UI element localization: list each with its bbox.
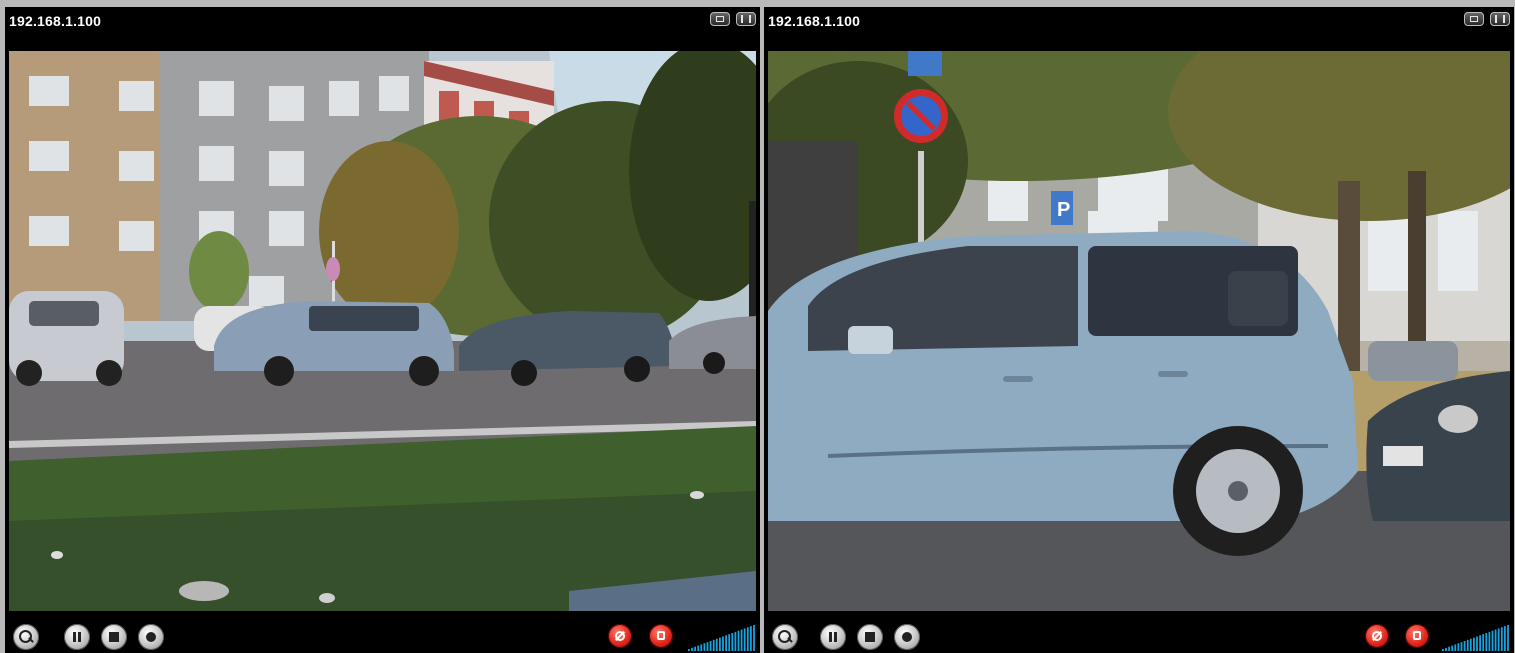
volume-bar — [709, 641, 712, 651]
volume-bar — [725, 635, 727, 651]
volume-bar — [706, 642, 709, 651]
volume-bar — [719, 637, 721, 651]
volume-bar — [1497, 628, 1500, 651]
volume-bar — [697, 645, 700, 651]
volume-bar — [737, 630, 740, 651]
window-icon[interactable] — [1464, 12, 1484, 26]
volume-bar — [1473, 637, 1475, 651]
volume-bar — [1488, 631, 1491, 651]
record-icon[interactable] — [138, 624, 164, 650]
volume-bar — [1466, 639, 1469, 651]
zoom-icon[interactable] — [13, 624, 39, 650]
volume-bar — [715, 638, 718, 651]
volume-bar — [746, 627, 749, 651]
window-icon[interactable] — [710, 12, 730, 26]
volume-bar — [700, 644, 703, 651]
camera-titlebar: 192.168.1.100 — [764, 7, 1514, 51]
volume-bar — [1442, 649, 1444, 651]
volume-bar — [753, 625, 755, 651]
volume-meter[interactable] — [688, 625, 758, 651]
speaker-icon[interactable] — [1405, 624, 1429, 648]
volume-bar — [728, 634, 731, 651]
volume-bar — [731, 633, 734, 651]
volume-bar — [691, 647, 693, 651]
volume-bar — [743, 628, 746, 651]
record-icon[interactable] — [894, 624, 920, 650]
volume-bar — [722, 636, 724, 651]
mute-icon[interactable] — [608, 624, 632, 648]
pause-icon[interactable] — [64, 624, 90, 650]
volume-bar — [688, 649, 690, 651]
volume-bar — [1479, 635, 1481, 651]
volume-bar — [740, 629, 743, 651]
fullscreen-icon[interactable] — [1490, 12, 1510, 26]
volume-bar — [1457, 643, 1460, 651]
volume-meter[interactable] — [1442, 625, 1512, 651]
video-feed[interactable]: P — [768, 51, 1510, 611]
volume-bar — [1507, 625, 1509, 651]
volume-bar — [1451, 645, 1454, 651]
camera-address: 192.168.1.100 — [9, 13, 102, 29]
street-scene-image: P — [768, 51, 1510, 611]
pause-icon[interactable] — [820, 624, 846, 650]
street-scene-image — [9, 51, 756, 611]
zoom-icon[interactable] — [772, 624, 798, 650]
svg-text:P: P — [1057, 199, 1070, 221]
volume-bar — [1476, 636, 1478, 651]
stop-icon[interactable] — [857, 624, 883, 650]
dual-camera-viewer: 192.168.1.100 192.168.1.100 P — [0, 0, 1515, 653]
volume-bar — [734, 631, 737, 651]
camera-pane-1: 192.168.1.100 — [5, 7, 760, 653]
volume-bar — [1482, 634, 1485, 651]
volume-bar — [1469, 638, 1472, 651]
fullscreen-icon[interactable] — [736, 12, 756, 26]
camera-pane-2: 192.168.1.100 P — [764, 7, 1514, 653]
volume-bar — [703, 643, 706, 651]
volume-bar — [694, 646, 696, 651]
video-feed[interactable] — [9, 51, 756, 611]
titlebar-icons — [710, 12, 756, 26]
volume-bar — [712, 639, 715, 651]
speaker-icon[interactable] — [649, 624, 673, 648]
volume-bar — [1445, 647, 1447, 651]
volume-bar — [1491, 630, 1494, 651]
mute-icon[interactable] — [1365, 624, 1389, 648]
volume-bar — [1504, 626, 1506, 651]
volume-bar — [1448, 646, 1450, 651]
camera-address: 192.168.1.100 — [768, 13, 861, 29]
volume-bar — [1494, 629, 1497, 651]
camera-titlebar: 192.168.1.100 — [5, 7, 760, 51]
volume-bar — [1485, 633, 1488, 651]
volume-bar — [1454, 644, 1457, 651]
volume-bar — [750, 626, 752, 651]
stop-icon[interactable] — [101, 624, 127, 650]
titlebar-icons — [1464, 12, 1510, 26]
playback-controls — [764, 611, 1514, 653]
volume-bar — [1460, 642, 1463, 651]
volume-bar — [1463, 641, 1466, 651]
playback-controls — [5, 611, 760, 653]
volume-bar — [1500, 627, 1503, 651]
